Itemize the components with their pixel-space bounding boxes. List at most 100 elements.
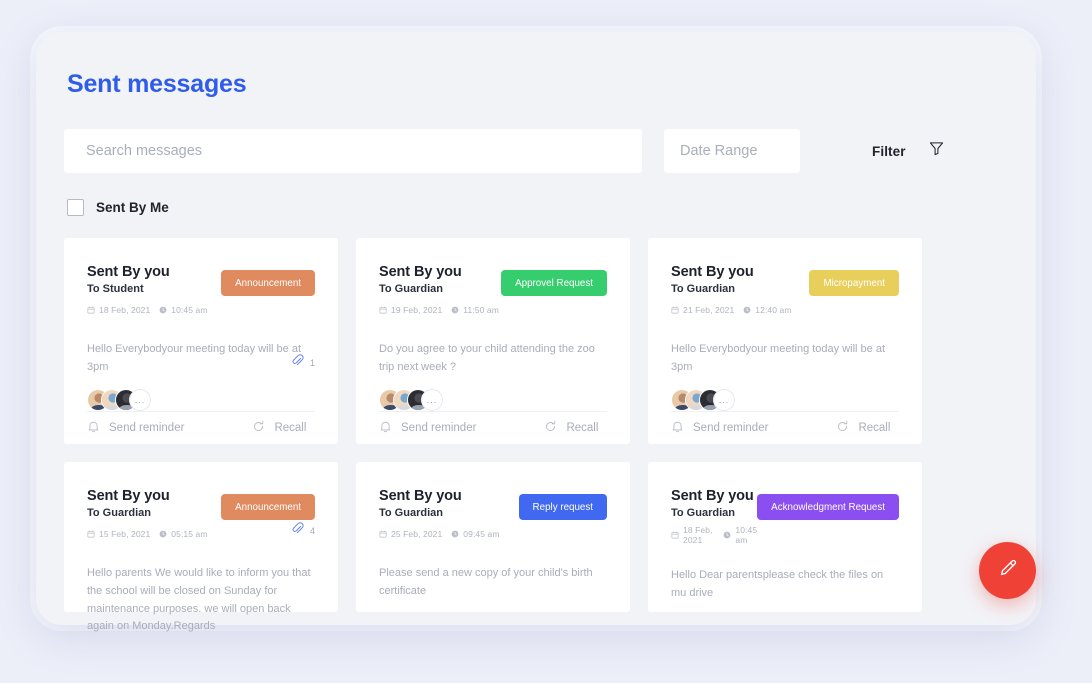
- message-card[interactable]: Sent By you To Guardian 21 Feb, 2021 12:40 …: [648, 238, 922, 444]
- card-meta: 18 Feb, 2021 10:45 am: [671, 525, 757, 545]
- pencil-icon: [997, 557, 1019, 584]
- sent-by-me-checkbox[interactable]: [67, 199, 84, 216]
- recipient-avatar-group[interactable]: ...: [87, 388, 315, 411]
- recall-button[interactable]: Recall: [252, 420, 306, 436]
- sent-by-me-row[interactable]: Sent By Me: [67, 199, 1008, 216]
- card-sender: Sent By you: [379, 488, 462, 504]
- attachment-indicator[interactable]: 1: [291, 354, 315, 372]
- clock-icon: [723, 526, 731, 544]
- bell-icon: [671, 420, 684, 436]
- message-type-badge[interactable]: Approvel Request: [501, 270, 607, 296]
- controls-row: Filter: [64, 129, 1008, 173]
- card-identity: Sent By you To Guardian 25 Feb, 2021 09:45 …: [379, 488, 500, 543]
- card-header: Sent By you To Guardian 19 Feb, 2021 11:50 …: [379, 264, 607, 319]
- card-message: Hello Everybodyour meeting today will be…: [87, 343, 302, 373]
- card-footer: Send reminder Recall: [671, 410, 899, 444]
- message-type-badge[interactable]: Announcement: [221, 270, 315, 296]
- filter-button[interactable]: Filter: [872, 141, 944, 161]
- card-recipient: To Guardian: [671, 507, 735, 519]
- avatar-overflow[interactable]: ...: [421, 388, 443, 411]
- clock-icon: [451, 301, 459, 319]
- card-meta: 18 Feb, 2021 10:45 am: [87, 301, 208, 319]
- recall-button[interactable]: Recall: [836, 420, 890, 436]
- card-sender: Sent By you: [671, 488, 754, 504]
- recipient-avatar-group[interactable]: ...: [379, 388, 607, 411]
- bell-icon: [379, 420, 392, 436]
- card-recipient: To Guardian: [671, 283, 735, 295]
- message-type-badge[interactable]: Announcement: [221, 494, 315, 520]
- clock-icon: [743, 301, 751, 319]
- refresh-icon: [252, 420, 265, 436]
- card-header: Sent By you To Guardian 25 Feb, 2021 09:45 …: [379, 488, 607, 543]
- clock-icon: [451, 525, 459, 543]
- message-card[interactable]: Sent By you To Guardian 18 Feb, 2021 10:45 …: [648, 462, 922, 612]
- attachment-count: 4: [309, 526, 315, 536]
- bell-icon: [87, 420, 100, 436]
- message-card[interactable]: Sent By you To Guardian 25 Feb, 2021 09:45 …: [356, 462, 630, 612]
- recall-label: Recall: [858, 421, 891, 434]
- card-recipient: To Student: [87, 283, 144, 295]
- message-type-badge[interactable]: Reply request: [518, 494, 607, 520]
- card-sender: Sent By you: [671, 264, 754, 280]
- clock-icon: [159, 525, 167, 543]
- card-identity: Sent By you To Guardian 21 Feb, 2021 12:40 …: [671, 264, 792, 319]
- message-card-grid: Sent By you To Student 18 Feb, 2021 10:45 a…: [64, 238, 1008, 632]
- card-meta: 15 Feb, 2021 05:15 am: [87, 525, 208, 543]
- search-input[interactable]: [64, 129, 642, 173]
- card-recipient: To Guardian: [379, 283, 443, 295]
- recall-label: Recall: [274, 421, 307, 434]
- message-type-badge[interactable]: Acknowledgment Request: [757, 494, 899, 520]
- funnel-icon[interactable]: [929, 141, 944, 161]
- card-sender: Sent By you: [379, 264, 462, 280]
- card-date: 15 Feb, 2021: [87, 525, 150, 543]
- recall-label: Recall: [566, 421, 599, 434]
- compose-fab-button[interactable]: [979, 542, 1036, 599]
- send-reminder-label: Send reminder: [693, 421, 769, 434]
- calendar-icon: [87, 301, 95, 319]
- send-reminder-button[interactable]: Send reminder: [671, 420, 768, 436]
- card-date: 21 Feb, 2021: [671, 301, 734, 319]
- date-range-input[interactable]: [664, 129, 800, 173]
- card-identity: Sent By you To Guardian 19 Feb, 2021 11:50 …: [379, 264, 499, 319]
- message-type-badge[interactable]: Micropayment: [809, 270, 899, 296]
- message-card[interactable]: Sent By you To Guardian 15 Feb, 2021 05:15 …: [64, 462, 338, 632]
- card-meta: 25 Feb, 2021 09:45 am: [379, 525, 500, 543]
- card-identity: Sent By you To Student 18 Feb, 2021 10:45 a…: [87, 264, 208, 319]
- card-header: Sent By you To Guardian 15 Feb, 2021 05:15 …: [87, 488, 315, 543]
- card-date: 18 Feb, 2021: [671, 525, 714, 545]
- card-message: Please send a new copy of your child's b…: [379, 567, 593, 597]
- message-card[interactable]: Sent By you To Student 18 Feb, 2021 10:45 a…: [64, 238, 338, 444]
- card-message: Hello Dear parentsplease check the files…: [671, 569, 884, 599]
- card-recipient: To Guardian: [87, 507, 151, 519]
- message-card[interactable]: Sent By you To Guardian 19 Feb, 2021 11:50 …: [356, 238, 630, 444]
- recipient-avatar-group[interactable]: ...: [671, 388, 899, 411]
- paperclip-icon: [291, 522, 304, 540]
- card-header: Sent By you To Guardian 18 Feb, 2021 10:45 …: [671, 488, 899, 545]
- calendar-icon: [379, 301, 387, 319]
- page-title: Sent messages: [67, 70, 247, 98]
- attachment-indicator[interactable]: 4: [291, 522, 315, 540]
- send-reminder-button[interactable]: Send reminder: [379, 420, 476, 436]
- card-footer: Send reminder Recall: [379, 410, 607, 444]
- card-time: 09:45 am: [451, 525, 499, 543]
- send-reminder-button[interactable]: Send reminder: [87, 420, 184, 436]
- card-date: 25 Feb, 2021: [379, 525, 442, 543]
- card-time: 12:40 am: [743, 301, 791, 319]
- recall-button[interactable]: Recall: [544, 420, 598, 436]
- card-meta: 21 Feb, 2021 12:40 am: [671, 301, 792, 319]
- calendar-icon: [87, 525, 95, 543]
- card-header: Sent By you To Guardian 21 Feb, 2021 12:40 …: [671, 264, 899, 319]
- card-date: 19 Feb, 2021: [379, 301, 442, 319]
- calendar-icon: [379, 525, 387, 543]
- avatar-overflow[interactable]: ...: [129, 388, 151, 411]
- filter-label: Filter: [872, 143, 906, 159]
- paperclip-icon: [291, 354, 304, 372]
- page-root: Sent messages Filter Sent By Me Sent: [0, 0, 1092, 683]
- card-message: Hello Everybodyour meeting today will be…: [671, 343, 886, 373]
- card-message: Do you agree to your child attending the…: [379, 343, 595, 373]
- card-sender: Sent By you: [87, 488, 170, 504]
- card-header: Sent By you To Student 18 Feb, 2021 10:45 a…: [87, 264, 315, 319]
- card-identity: Sent By you To Guardian 15 Feb, 2021 05:15 …: [87, 488, 208, 543]
- avatar-overflow[interactable]: ...: [713, 388, 735, 411]
- card-time: 10:45 am: [159, 301, 207, 319]
